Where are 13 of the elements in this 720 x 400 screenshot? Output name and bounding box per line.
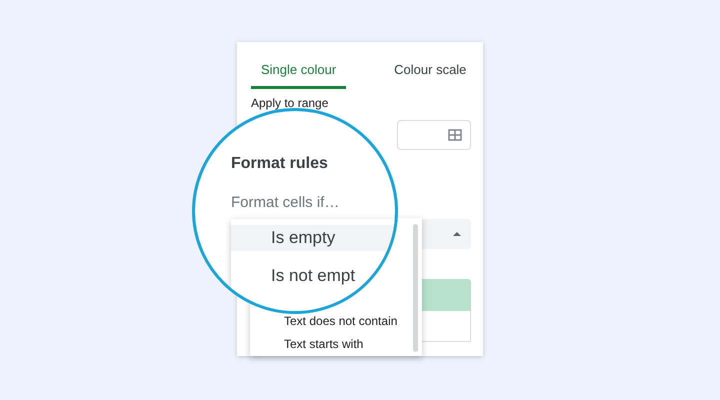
menu-item[interactable]: Text starts with: [250, 333, 422, 356]
scrollbar[interactable]: [413, 224, 418, 352]
tab[interactable]: Colour scale: [384, 42, 476, 89]
caret-icon: [453, 232, 461, 236]
field-label: Apply to range: [251, 96, 330, 110]
menu-item[interactable]: Is not empt: [231, 263, 395, 289]
grid-icon[interactable]: [448, 129, 462, 141]
range-field[interactable]: [397, 120, 471, 150]
condition-label: Format cells if…: [231, 194, 340, 211]
menu-item[interactable]: Is empty: [231, 225, 395, 251]
section-heading: Format rules: [231, 155, 329, 173]
menu-item[interactable]: Text does not contain: [250, 310, 422, 333]
tab[interactable]: Single colour: [251, 42, 346, 89]
